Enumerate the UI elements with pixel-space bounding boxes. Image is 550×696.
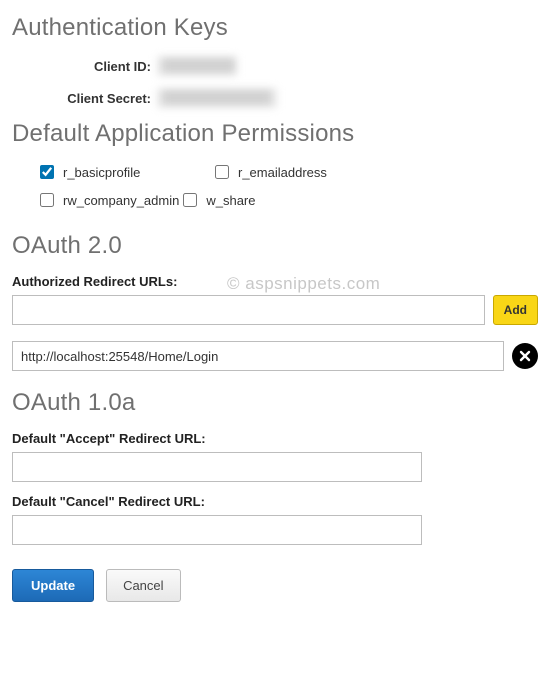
- perm-label: r_emailaddress: [238, 165, 327, 180]
- cancel-url-input[interactable]: [12, 515, 422, 545]
- add-url-row: Add: [12, 295, 538, 325]
- client-secret-label: Client Secret:: [12, 91, 157, 106]
- client-secret-row: Client Secret: ████████████: [12, 88, 538, 108]
- perm-r-emailaddress-checkbox[interactable]: [215, 165, 229, 179]
- redirect-url-value: http://localhost:25548/Home/Login: [12, 341, 504, 371]
- perm-label: rw_company_admin: [63, 193, 179, 208]
- new-redirect-url-input[interactable]: [12, 295, 485, 325]
- perm-w-share-checkbox[interactable]: [183, 193, 197, 207]
- cancel-url-label: Default "Cancel" Redirect URL:: [12, 494, 538, 509]
- update-button[interactable]: Update: [12, 569, 94, 602]
- perm-w-share: w_share: [179, 190, 354, 210]
- action-row: Update Cancel: [12, 569, 538, 602]
- add-button[interactable]: Add: [493, 295, 538, 325]
- oauth2-heading: OAuth 2.0: [12, 232, 538, 260]
- client-id-value: ████████: [157, 56, 237, 76]
- oauth1-heading: OAuth 1.0a: [12, 389, 538, 417]
- accept-url-label: Default "Accept" Redirect URL:: [12, 431, 538, 446]
- perm-label: w_share: [206, 193, 255, 208]
- accept-url-input[interactable]: [12, 452, 422, 482]
- perm-r-basicprofile: r_basicprofile: [36, 162, 211, 182]
- client-secret-value: ████████████: [157, 88, 277, 108]
- perm-r-emailaddress: r_emailaddress: [211, 162, 421, 182]
- perm-r-basicprofile-checkbox[interactable]: [40, 165, 54, 179]
- authorized-urls-label: Authorized Redirect URLs:: [12, 274, 538, 289]
- permissions-grid: r_basicprofile r_emailaddress rw_company…: [12, 162, 538, 210]
- redirect-url-row: http://localhost:25548/Home/Login: [12, 341, 538, 371]
- auth-keys-heading: Authentication Keys: [12, 14, 538, 42]
- client-id-label: Client ID:: [12, 59, 157, 74]
- client-id-row: Client ID: ████████: [12, 56, 538, 76]
- permissions-heading: Default Application Permissions: [12, 120, 538, 148]
- perm-rw-company-admin-checkbox[interactable]: [40, 193, 54, 207]
- perm-label: r_basicprofile: [63, 165, 140, 180]
- close-icon: [519, 350, 531, 362]
- cancel-button[interactable]: Cancel: [106, 569, 180, 602]
- perm-rw-company-admin: rw_company_admin: [36, 190, 179, 210]
- remove-url-button[interactable]: [512, 343, 538, 369]
